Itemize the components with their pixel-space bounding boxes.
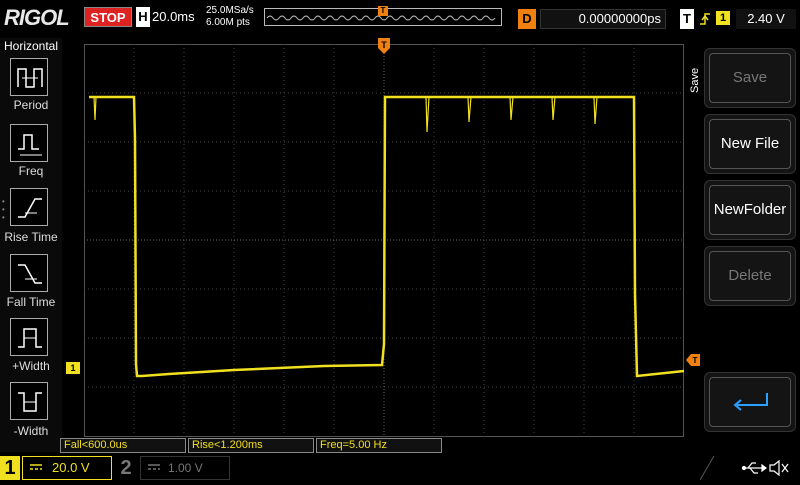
delay-value[interactable]: 0.00000000ps	[540, 9, 666, 29]
sample-rate: 25.0MSa/s	[206, 5, 254, 16]
plus-width-label: +Width	[12, 359, 50, 373]
rise-time-label: Rise Time	[4, 230, 58, 244]
ch2-badge[interactable]: 2	[116, 456, 136, 480]
dc-coupling-icon	[28, 460, 44, 474]
waveform-graticule	[84, 44, 684, 437]
save-button[interactable]: Save	[704, 48, 796, 108]
period-icon	[17, 68, 43, 88]
speaker-muted-icon	[769, 459, 789, 477]
measurement-fall[interactable]: Fall<600.0us	[60, 438, 186, 453]
plus-width-icon	[18, 328, 42, 348]
memory-depth: 6.00M pts	[206, 17, 250, 28]
fall-time-label: Fall Time	[6, 295, 56, 309]
fall-time-icon	[18, 264, 42, 284]
new-folder-button[interactable]: NewFolder	[704, 180, 796, 240]
minus-width-icon	[18, 392, 42, 412]
run-stop-status[interactable]: STOP	[84, 7, 132, 27]
trigger-level-value[interactable]: 2.40 V	[736, 9, 796, 29]
fall-time-button[interactable]	[10, 254, 48, 292]
rising-edge-icon	[698, 9, 712, 29]
trigger-position-marker[interactable]: T	[378, 38, 390, 54]
usb-icon	[741, 462, 767, 474]
rigol-logo: RIGOL	[4, 5, 70, 30]
plus-width-button[interactable]	[10, 318, 48, 356]
svg-text:T: T	[381, 40, 387, 50]
ch1-offset-marker[interactable]: 1	[66, 362, 80, 374]
trigger-level-marker[interactable]: T	[686, 354, 700, 366]
ch1-scale: 20.0 V	[52, 460, 90, 475]
freq-label: Freq	[18, 164, 44, 178]
return-button[interactable]	[704, 372, 796, 432]
delete-button[interactable]: Delete	[704, 246, 796, 306]
trigger-source-badge: 1	[716, 11, 730, 25]
new-file-button[interactable]: New File	[704, 114, 796, 174]
save-menu-tab: Save	[689, 67, 701, 93]
ch1-badge[interactable]: 1	[0, 456, 20, 480]
return-icon	[733, 393, 768, 411]
ch2-dc-coupling-icon	[146, 460, 162, 474]
minus-width-label: -Width	[13, 424, 49, 438]
measurement-freq[interactable]: Freq=5.00 Hz	[316, 438, 442, 453]
svg-text:T: T	[693, 356, 698, 365]
period-button[interactable]	[10, 58, 48, 96]
menu-title: Horizontal	[3, 39, 59, 53]
ch2-scale: 1.00 V	[168, 461, 203, 475]
rise-time-button[interactable]	[10, 188, 48, 226]
measurement-rise[interactable]: Rise<1.200ms	[188, 438, 314, 453]
rise-time-icon	[18, 198, 42, 218]
minus-width-button[interactable]	[10, 382, 48, 420]
period-label: Period	[13, 98, 49, 112]
ch1-trace	[89, 95, 684, 378]
freq-icon	[18, 134, 42, 156]
freq-button[interactable]	[10, 124, 48, 162]
bottom-status-icons	[699, 455, 800, 481]
memory-trigger-marker: T	[378, 6, 388, 16]
horizontal-label: H	[136, 7, 150, 27]
trigger-label: T	[680, 9, 694, 29]
timebase-value[interactable]: 20.0ms	[152, 7, 202, 27]
delay-label: D	[518, 9, 536, 29]
menu-page-dots: • • •	[2, 197, 5, 222]
